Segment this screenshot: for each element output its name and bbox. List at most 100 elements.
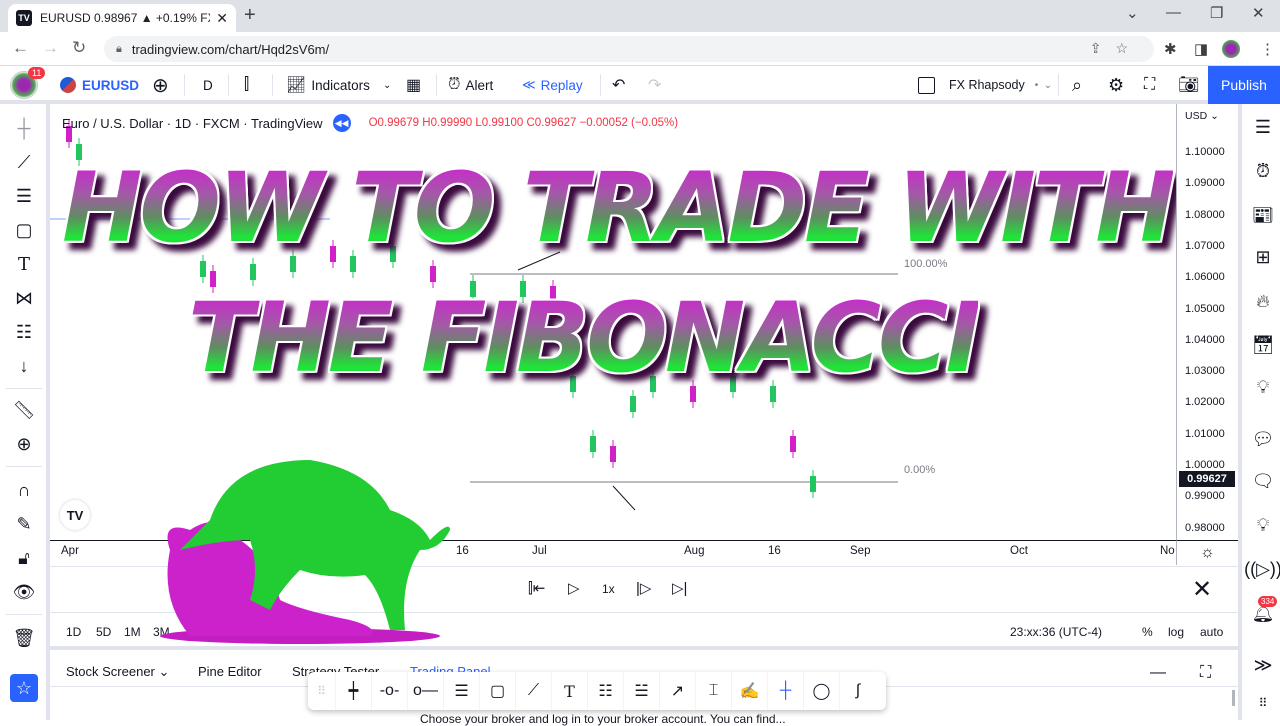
curve-icon[interactable]: ∫ (840, 672, 876, 710)
replay-play-icon[interactable]: ▷ (568, 579, 580, 597)
fib-retracement-icon[interactable]: ☰ (10, 182, 38, 210)
clock-time[interactable]: 23:xx:36 (UTC-4) (1010, 625, 1102, 639)
chats-icon[interactable]: 💬︎ (1248, 424, 1278, 454)
compare-symbol-icon[interactable]: ⊕ (152, 66, 169, 104)
auto-scale-button[interactable]: auto (1200, 625, 1223, 639)
fullscreen-icon[interactable]: ⛶ (1144, 66, 1155, 104)
drag-handle-icon[interactable]: ⠿ (308, 672, 336, 710)
ruler-icon[interactable]: 📏︎ (10, 396, 38, 424)
replay-speed-button[interactable]: 1x (602, 582, 615, 596)
rectangle-icon[interactable]: ▢ (480, 672, 516, 710)
browser-menu-icon[interactable]: ⋮ (1260, 40, 1275, 58)
ideas-bulb-icon[interactable]: 💡︎ (1248, 372, 1278, 402)
price-range-icon[interactable]: ⌶ (696, 672, 732, 710)
tab-list-icon[interactable]: ⌄ (1126, 4, 1139, 22)
horizontal-ray-icon[interactable]: o— (408, 672, 444, 710)
range-1d-button[interactable]: 1D (66, 625, 81, 639)
maximize-panel-icon[interactable]: ⛶ (1200, 664, 1211, 682)
camera-snapshot-icon[interactable]: 📷︎ (1178, 66, 1200, 104)
browser-tab[interactable]: TV EURUSD 0.98967 ▲ +0.19% FX F ✕ (8, 4, 236, 32)
interval-button[interactable]: D (203, 66, 213, 104)
range-5d-button[interactable]: 5D (96, 625, 111, 639)
horizontal-line-icon[interactable]: -o- (372, 672, 408, 710)
undo-icon[interactable]: ↶ (612, 66, 625, 104)
redo-icon[interactable]: ↷ (648, 66, 661, 104)
fib-retracement-icon[interactable]: ☷ (588, 672, 624, 710)
publish-button[interactable]: Publish (1208, 66, 1280, 104)
alert-button[interactable]: ⏰︎ Alert (448, 66, 493, 104)
layout-menu[interactable]: FX Rhapsody • ⌄ (918, 66, 1052, 104)
side-panel-icon[interactable]: ◨ (1194, 40, 1208, 58)
lock-drawing-icon[interactable]: ✎ (10, 510, 38, 538)
search-icon[interactable]: ⌕ (1072, 66, 1082, 104)
reload-icon[interactable]: ↻ (72, 38, 86, 58)
tradingview-logo[interactable]: TV (60, 500, 90, 530)
new-tab-button[interactable]: + (244, 4, 256, 27)
favorites-star-icon[interactable]: ☆ (10, 674, 38, 702)
crosshair-icon[interactable]: ┼ (10, 114, 38, 142)
candle-style-icon[interactable]: ⫿ (244, 66, 249, 104)
back-arrow-icon[interactable]: ← (12, 38, 29, 58)
log-scale-button[interactable]: log (1168, 625, 1184, 639)
close-tab-icon[interactable]: ✕ (216, 10, 228, 27)
replay-select-bar-icon[interactable]: ⫿⇤ (528, 579, 545, 597)
bookmark-star-icon[interactable]: ☆ (1115, 40, 1142, 56)
panel-scrollbar[interactable] (1232, 690, 1235, 706)
percent-scale-button[interactable]: % (1142, 625, 1153, 639)
user-menu[interactable]: 11 (0, 66, 50, 104)
indicators-button[interactable]: 📈︎ Indicators (286, 66, 370, 104)
profile-avatar[interactable] (1222, 40, 1240, 58)
alerts-clock-icon[interactable]: ⏰︎ (1248, 156, 1278, 186)
layout-templates-icon[interactable]: ▦ (406, 66, 421, 104)
minimize-button[interactable]: — (1166, 4, 1181, 21)
brush-icon[interactable]: ✍ (732, 672, 768, 710)
calendar-icon[interactable]: 📅︎ (1248, 330, 1278, 360)
range-1m-button[interactable]: 1M (124, 625, 141, 639)
close-window-button[interactable]: ✕ (1252, 4, 1265, 22)
pattern-tool-icon[interactable]: ⋈ (10, 284, 38, 312)
trash-icon[interactable]: 🗑︎ (10, 624, 38, 652)
zoom-in-icon[interactable]: ⊕ (10, 430, 38, 458)
minimize-panel-icon[interactable]: — (1150, 664, 1166, 682)
price-axis[interactable]: USD ⌄ 1.10000 1.09000 1.08000 1.07000 1.0600… (1176, 104, 1238, 540)
trend-line-icon[interactable]: ⟋ (10, 148, 38, 176)
replay-forward-icon[interactable]: |▷ (636, 579, 651, 597)
text-tool-icon[interactable]: T (10, 250, 38, 278)
tab-pine-editor[interactable]: Pine Editor (198, 664, 262, 679)
chat-icon[interactable]: 🗨︎ (1248, 466, 1278, 496)
hotlists-flame-icon[interactable]: 🔥︎ (1248, 286, 1278, 316)
text-icon[interactable]: T (552, 672, 588, 710)
replay-indicator-icon[interactable]: ◀◀ (332, 114, 351, 132)
parallel-channel-icon[interactable]: ☰ (444, 672, 480, 710)
indicators-dropdown-icon[interactable]: ⌄ (383, 66, 391, 104)
news-icon[interactable]: 📰︎ (1248, 200, 1278, 230)
share-icon[interactable]: ⇪ (1090, 40, 1116, 56)
extensions-puzzle-icon[interactable]: ✱ (1164, 40, 1177, 58)
unlock-icon[interactable]: 🔓︎ (10, 544, 38, 572)
ellipse-icon[interactable]: ◯ (804, 672, 840, 710)
crosshair-icon[interactable]: ┼ (768, 672, 804, 710)
fib-extension-icon[interactable]: ☱ (624, 672, 660, 710)
replay-jump-realtime-icon[interactable]: ▷| (672, 579, 687, 597)
add-list-icon[interactable]: ⊞ (1248, 242, 1278, 272)
symbol-search-button[interactable]: EURUSD (60, 66, 139, 104)
currency-selector[interactable]: USD ⌄ (1185, 110, 1219, 122)
arrow-down-icon[interactable]: ↓ (10, 352, 38, 380)
forward-arrow-icon[interactable]: → (42, 38, 59, 58)
hide-drawings-eye-icon[interactable]: 👁︎ (10, 578, 38, 606)
magnet-icon[interactable]: ∩ (10, 476, 38, 504)
restore-button[interactable]: ❐ (1210, 4, 1223, 22)
vertical-line-icon[interactable]: ┿ (336, 672, 372, 710)
prediction-tool-icon[interactable]: ☷ (10, 318, 38, 346)
close-replay-icon[interactable]: ✕ (1192, 575, 1212, 604)
streams-bulb-icon[interactable]: 💡︎ (1248, 510, 1278, 540)
broadcast-play-icon[interactable]: ((▷)) (1244, 554, 1280, 584)
settings-gear-icon[interactable]: ⚙ (1108, 66, 1124, 104)
replay-button[interactable]: ≪ Replay (522, 66, 583, 104)
axis-settings-icon[interactable]: ☼ (1176, 540, 1238, 565)
rectangle-shape-icon[interactable]: ▢ (10, 216, 38, 244)
tab-stock-screener[interactable]: Stock Screener ⌄ (66, 664, 169, 680)
arrow-line-icon[interactable]: ↗ (660, 672, 696, 710)
collapse-chevrons-icon[interactable]: ≫ (1248, 650, 1278, 680)
trend-line-icon[interactable]: ⟋ (516, 672, 552, 710)
